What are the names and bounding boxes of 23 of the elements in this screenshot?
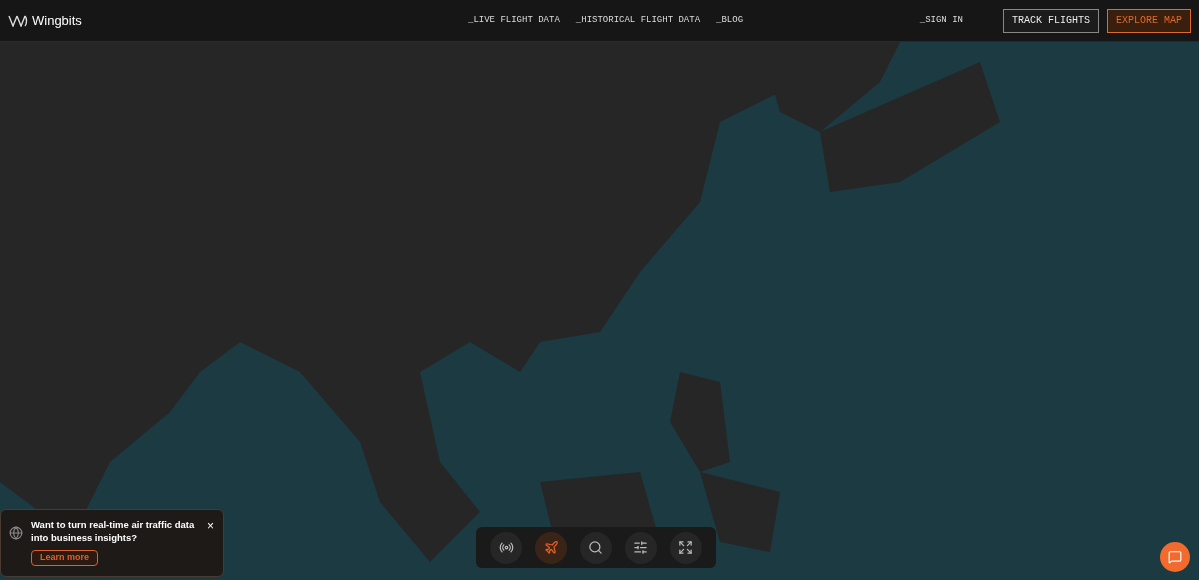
nav-link[interactable]: _LIVE FLIGHT DATA [468, 13, 560, 28]
plane-icon [543, 540, 559, 555]
promo-text: Want to turn real-time air traffic data into business insights? [31, 518, 196, 544]
close-button[interactable]: × [207, 520, 214, 532]
chat-icon [1168, 550, 1182, 564]
filters-button[interactable] [624, 531, 657, 564]
learn-more-button[interactable]: Learn more [31, 550, 99, 566]
nav-link[interactable]: _HISTORICAL FLIGHT DATA [575, 13, 701, 28]
search-button[interactable] [580, 531, 612, 564]
signal-icon [498, 540, 514, 555]
globe-icon [9, 526, 23, 540]
expand-icon [678, 540, 694, 555]
flights-button[interactable] [535, 531, 568, 564]
nav-link[interactable]: _BLOG [716, 13, 744, 28]
fullscreen-button[interactable] [669, 531, 702, 564]
sliders-icon [633, 540, 649, 555]
coverage-button[interactable] [490, 531, 523, 564]
brand-name: Wingbits [32, 11, 82, 30]
explore-map-button[interactable]: EXPLORE MAP [1107, 8, 1191, 33]
search-icon [588, 540, 604, 555]
track-flights-button[interactable]: TRACK FLIGHTS [1002, 8, 1099, 33]
logo-icon [8, 14, 28, 27]
sign-in-link[interactable]: _SIGN IN [919, 13, 963, 28]
